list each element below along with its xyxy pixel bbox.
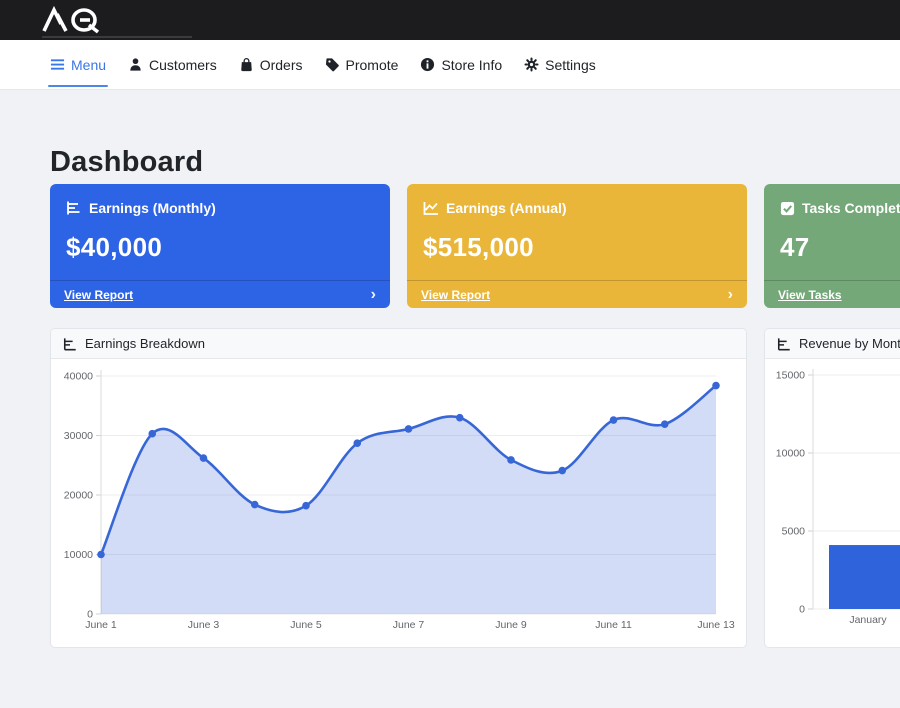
svg-text:40000: 40000: [64, 371, 93, 383]
earnings-breakdown-chart: 010000200003000040000June 1June 3June 5J…: [51, 359, 747, 648]
chevron-right-icon: ›: [728, 287, 733, 303]
nav-item-customers[interactable]: Customers: [128, 40, 217, 90]
card-value: $40,000: [66, 232, 374, 263]
svg-text:10000: 10000: [776, 448, 805, 460]
chart-card-title: Earnings Breakdown: [85, 336, 205, 351]
nav-item-orders[interactable]: Orders: [239, 40, 303, 90]
svg-text:June 13: June 13: [697, 619, 735, 631]
nav-item-settings[interactable]: Settings: [524, 40, 596, 90]
nav-item-label: Customers: [149, 57, 217, 73]
card-title: Tasks Completed: [802, 200, 900, 216]
card-title: Earnings (Annual): [446, 200, 567, 216]
nav-item-store-info[interactable]: Store Info: [420, 40, 502, 90]
logo-underline: [42, 36, 192, 38]
card-title: Earnings (Monthly): [89, 200, 216, 216]
view-report-link[interactable]: View Report: [64, 288, 133, 302]
line-graph-icon: [423, 200, 439, 216]
nav-item-label: Settings: [545, 57, 596, 73]
active-tab-underline: [48, 85, 108, 87]
svg-text:January: January: [849, 614, 887, 626]
gear-icon: [524, 57, 539, 72]
svg-text:June 5: June 5: [290, 619, 322, 631]
card-earnings-monthly: Earnings (Monthly) $40,000 View Report ›: [50, 184, 390, 308]
nav-item-label: Store Info: [441, 57, 502, 73]
revenue-by-month-card: Revenue by Month 0 5000 10000 15000 January: [764, 328, 900, 648]
bar-levels-icon: [66, 200, 82, 216]
nav-item-menu[interactable]: Menu: [50, 40, 106, 90]
card-earnings-annual: Earnings (Annual) $515,000 View Report ›: [407, 184, 747, 308]
revenue-by-month-header: Revenue by Month: [765, 329, 900, 359]
card-footer: View Tasks ›: [764, 280, 900, 308]
tag-icon: [325, 57, 340, 72]
card-value: 47: [780, 232, 900, 263]
view-tasks-link[interactable]: View Tasks: [778, 288, 842, 302]
revenue-by-month-chart: 0 5000 10000 15000 January: [765, 359, 900, 648]
bar-levels-icon: [63, 337, 77, 351]
svg-text:5000: 5000: [782, 526, 806, 538]
bag-icon: [239, 57, 254, 72]
card-footer: View Report ›: [407, 280, 747, 308]
nav-item-label: Promote: [346, 57, 399, 73]
summary-cards-row: Earnings (Monthly) $40,000 View Report ›…: [50, 184, 900, 308]
info-icon: [420, 57, 435, 72]
svg-text:June 7: June 7: [393, 619, 425, 631]
svg-text:June 9: June 9: [495, 619, 527, 631]
svg-text:20000: 20000: [64, 490, 93, 502]
card-tasks-completed: Tasks Completed 47 View Tasks ›: [764, 184, 900, 308]
topbar: [0, 0, 900, 40]
svg-text:June 1: June 1: [85, 619, 117, 631]
card-footer: View Report ›: [50, 280, 390, 308]
card-value: $515,000: [423, 232, 731, 263]
charts-row: Earnings Breakdown 0 10000 20000 30000 40000…: [50, 328, 900, 648]
svg-text:June 11: June 11: [595, 619, 632, 631]
check-square-icon: [780, 201, 795, 216]
page-title: Dashboard: [50, 146, 203, 179]
svg-text:June 3: June 3: [188, 619, 220, 631]
svg-text:30000: 30000: [64, 430, 93, 442]
view-report-link[interactable]: View Report: [421, 288, 490, 302]
nav-item-label: Menu: [71, 57, 106, 73]
brand-logo: [40, 6, 136, 34]
earnings-breakdown-header: Earnings Breakdown: [51, 329, 746, 359]
bar-levels-icon: [777, 337, 791, 351]
nav-item-label: Orders: [260, 57, 303, 73]
chart-card-title: Revenue by Month: [799, 336, 900, 351]
svg-text:0: 0: [799, 604, 805, 616]
chevron-right-icon: ›: [371, 287, 376, 303]
main-nav: Menu Customers Orders Promote Store Info: [0, 40, 900, 90]
svg-text:10000: 10000: [64, 549, 93, 561]
earnings-breakdown-card: Earnings Breakdown 010000200003000040000…: [50, 328, 747, 648]
hamburger-icon: [50, 57, 65, 72]
svg-text:15000: 15000: [776, 370, 805, 382]
nav-item-promote[interactable]: Promote: [325, 40, 399, 90]
person-icon: [128, 57, 143, 72]
